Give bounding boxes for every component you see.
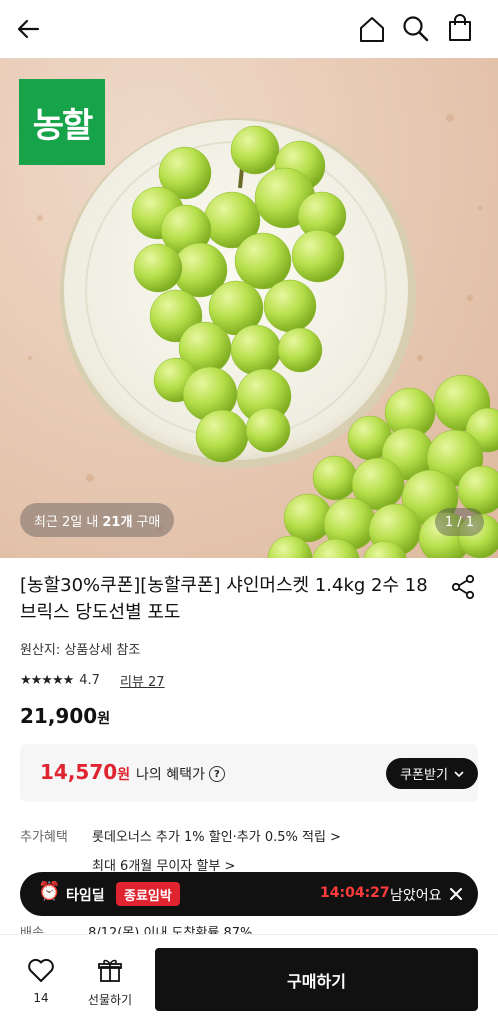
card-benefit-link[interactable]: 롯데오너스 추가 1% 할인·추가 0.5% 적립 >	[92, 826, 341, 845]
wishlist-button[interactable]: 14	[24, 957, 58, 1005]
ending-soon-badge: 종료임박	[116, 882, 180, 906]
search-icon[interactable]	[401, 14, 431, 44]
gift-button[interactable]: 선물하기	[82, 957, 138, 1008]
image-counter: 1 / 1	[434, 508, 484, 536]
gift-label: 선물하기	[87, 993, 133, 1007]
benefit-price: 14,570원	[40, 760, 131, 784]
close-icon[interactable]	[446, 884, 466, 904]
time-deal-label: 타임딜	[66, 888, 105, 904]
rating-value: 4.7	[79, 672, 100, 688]
brand-logo: 농할	[19, 79, 105, 165]
time-remaining-label: 남았어요	[390, 888, 442, 904]
star-rating-icon: ★★★★★	[20, 672, 74, 688]
product-image[interactable]: 농할 최근 2일 내 21개 구매 1 / 1	[0, 58, 498, 558]
shopping-bag-icon[interactable]	[445, 13, 475, 43]
home-icon[interactable]	[358, 14, 386, 44]
extra-benefits-label: 추가혜택	[20, 830, 68, 845]
bottom-action-bar: 14 선물하기 구매하기	[0, 934, 498, 1024]
alarm-clock-icon: ⏰	[38, 881, 61, 902]
share-icon[interactable]	[450, 574, 476, 600]
reviews-link[interactable]: 리뷰 27	[120, 671, 165, 690]
benefit-label: 나의 혜택가 ?	[136, 764, 225, 784]
time-deal-bar: ⏰ 타임딜 종료임박 14:04:27 남았어요	[20, 872, 478, 916]
benefit-price-box: 14,570원 나의 혜택가 ? 쿠폰받기	[20, 744, 478, 802]
coupon-download-button[interactable]: 쿠폰받기	[386, 758, 478, 789]
top-bar	[0, 0, 498, 58]
gift-icon	[98, 959, 122, 982]
wishlist-count: 14	[33, 991, 49, 1005]
recent-purchase-badge: 최근 2일 내 21개 구매	[20, 503, 175, 537]
countdown-timer: 14:04:27	[320, 885, 390, 901]
heart-icon	[28, 958, 54, 982]
rating-row: ★★★★★ 4.7 리뷰 27	[20, 670, 165, 690]
origin-info: 원산지: 상품상세 참조	[20, 643, 141, 658]
help-icon[interactable]: ?	[208, 766, 225, 782]
product-price: 21,900원	[20, 704, 111, 728]
product-title: [농할30%쿠폰][농할쿠폰] 샤인머스켓 1.4kg 2수 18브릭스 당도선…	[20, 575, 428, 623]
chevron-down-icon	[454, 770, 464, 777]
buy-button[interactable]: 구매하기	[155, 948, 478, 1011]
arrow-left-icon[interactable]	[14, 14, 44, 44]
